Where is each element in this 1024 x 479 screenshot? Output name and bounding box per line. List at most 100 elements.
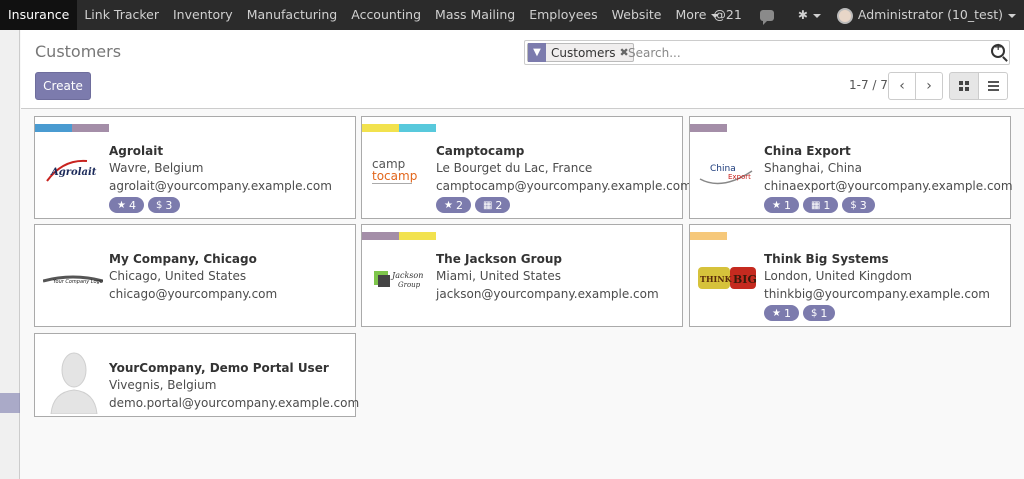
nav-link-tracker[interactable]: Link Tracker [77, 0, 166, 30]
kanban-card[interactable]: camp tocamp Camptocamp Le Bourget du Lac… [361, 116, 692, 219]
nav-insurance[interactable]: Insurance [0, 0, 78, 30]
dollar-icon: $ [155, 199, 163, 211]
company-logo: China Export [698, 151, 758, 191]
list-view-button[interactable] [978, 72, 1008, 100]
customer-location: Shanghai, China [764, 161, 862, 175]
logo-text: THINK [700, 274, 733, 284]
chat-icon[interactable] [759, 9, 774, 25]
card-body: Agrolait Wavre, Belgium agrolait@yourcom… [109, 143, 332, 213]
company-logo: Your Company Logo [42, 259, 104, 299]
badge-count: 3 [859, 198, 867, 212]
customer-email: chicago@yourcompany.com [109, 287, 278, 301]
badge-count: 2 [495, 198, 503, 212]
dollar-icon: $ [850, 199, 857, 211]
sales-badge[interactable]: $3 [147, 197, 181, 213]
search-box[interactable]: ▼ Customers ✖ [524, 40, 1010, 65]
chevron-left-icon: ‹ [899, 78, 905, 94]
star-icon: ★ [772, 307, 781, 319]
logo-text: Jackson [390, 271, 423, 280]
user-menu[interactable]: Administrator (10_test) [829, 0, 1024, 30]
customer-location: Chicago, United States [109, 269, 247, 283]
customer-email: demo.portal@yourcompany.example.com [109, 396, 360, 410]
tag-list [690, 232, 727, 240]
kanban-view-button[interactable] [949, 72, 979, 100]
pager-previous-button[interactable]: ‹ [888, 72, 916, 100]
tag-color [362, 124, 399, 132]
company-logo: camp tocamp [370, 151, 430, 191]
chevron-right-icon: › [926, 78, 932, 94]
nav-accounting[interactable]: Accounting [344, 0, 428, 30]
tag-color [72, 124, 109, 132]
notification-counter[interactable]: @21 [705, 0, 749, 30]
badge-count: 4 [128, 198, 136, 212]
customer-name: Agrolait [109, 144, 164, 158]
kanban-card[interactable]: YourCompany, Demo Portal User Vivegnis, … [34, 333, 359, 417]
nav-inventory[interactable]: Inventory [166, 0, 240, 30]
page-title: Customers [35, 42, 122, 61]
calendar-icon: ▦ [810, 199, 821, 211]
pager-next-button[interactable]: › [915, 72, 943, 100]
customer-name: Camptocamp [436, 144, 525, 158]
sales-badge[interactable]: $3 [842, 197, 875, 213]
pager-value[interactable]: 1-7 / 7 [849, 78, 888, 92]
list-icon [987, 81, 999, 91]
customer-email: camptocamp@yourcompany.example.com [436, 179, 692, 193]
nav-mass-mailing[interactable]: Mass Mailing [428, 0, 522, 30]
card-body: My Company, Chicago Chicago, United Stat… [109, 251, 277, 303]
tag-color [690, 232, 727, 240]
kanban-card[interactable]: China Export China Export Shanghai, Chin… [689, 116, 1013, 219]
logo-text: Your Company Logo [53, 279, 103, 285]
tag-list [35, 124, 109, 132]
grid-icon [959, 81, 969, 91]
opportunity-badge[interactable]: ★ 1 [764, 305, 799, 321]
kanban-card[interactable]: Agrolait Agrolait Wavre, Belgium agrolai… [34, 116, 356, 219]
debug-menu[interactable]: ✱ [784, 0, 829, 30]
kanban-card[interactable]: Jackson Group The Jackson Group Miami, U… [361, 224, 683, 327]
company-logo: THINK BIG [698, 259, 758, 299]
meeting-badge[interactable]: ▦ 2 [474, 197, 511, 213]
card-body: Think Big Systems London, United Kingdom… [764, 251, 990, 321]
kanban-card[interactable]: Your Company Logo My Company, Chicago Ch… [34, 224, 356, 327]
badge-count: 1 [783, 198, 791, 212]
card-body: YourCompany, Demo Portal User Vivegnis, … [109, 360, 359, 412]
company-logo: Agrolait [43, 151, 103, 191]
sidebar-marker[interactable] [0, 393, 20, 413]
chevron-down-icon [1008, 13, 1016, 18]
bug-icon: ✱ [797, 8, 808, 22]
customer-email: thinkbig@yourcompany.example.com [764, 287, 990, 301]
nav-website[interactable]: Website [605, 0, 669, 30]
badge-count: 1 [823, 198, 831, 212]
customer-name: YourCompany, Demo Portal User [109, 361, 329, 375]
create-button[interactable]: Create [35, 72, 91, 100]
opportunity-badge[interactable]: ★ 2 [436, 197, 471, 213]
sales-badge[interactable]: $1 [802, 305, 836, 321]
customer-location: Wavre, Belgium [109, 161, 204, 175]
search-input[interactable] [628, 44, 968, 62]
badge-count: 1 [783, 306, 791, 320]
opportunity-badge[interactable]: ★ 4 [109, 197, 144, 213]
kanban-card[interactable]: THINK BIG Think Big Systems London, Unit… [689, 224, 1011, 327]
customer-location: Miami, United States [436, 269, 561, 283]
badge-list: ★ 4 $3 [109, 197, 332, 213]
user-name: Administrator (10_test) [857, 7, 1003, 22]
person-placeholder-icon [50, 352, 98, 415]
company-logo: Jackson Group [370, 259, 430, 299]
control-panel: Customers Create ▼ Customers ✖ 1-7 / 7 ‹… [21, 30, 1024, 109]
star-icon: ★ [117, 199, 126, 211]
tag-list [362, 232, 436, 240]
nav-employees[interactable]: Employees [522, 0, 604, 30]
star-icon: ★ [772, 199, 781, 211]
search-icon[interactable] [991, 42, 1005, 58]
badge-count: 2 [455, 198, 463, 212]
customer-location: Le Bourget du Lac, France [436, 161, 593, 175]
search-facet: ▼ Customers ✖ [527, 43, 634, 62]
meeting-badge[interactable]: ▦ 1 [802, 197, 839, 213]
customer-name: The Jackson Group [436, 252, 562, 266]
customer-email: chinaexport@yourcompany.example.com [764, 179, 1013, 193]
opportunity-badge[interactable]: ★ 1 [764, 197, 799, 213]
tag-list [362, 124, 436, 132]
nav-manufacturing[interactable]: Manufacturing [240, 0, 345, 30]
card-body: Camptocamp Le Bourget du Lac, France cam… [436, 143, 692, 213]
filter-icon: ▼ [528, 43, 546, 62]
badge-list: ★ 1 ▦ 1 $3 [764, 197, 1013, 213]
